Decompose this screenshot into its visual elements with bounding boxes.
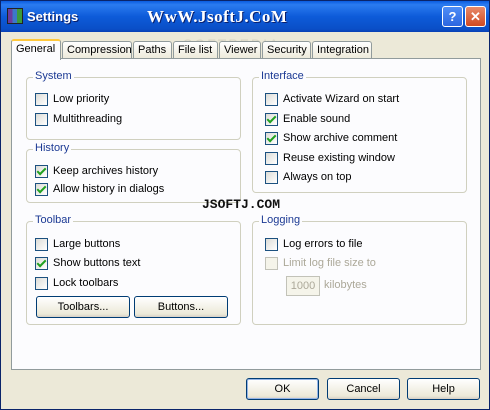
log-size-input[interactable]: 1000 [286, 276, 320, 296]
lock-toolbars-checkbox[interactable]: Lock toolbars [35, 275, 118, 291]
tab-paths[interactable]: Paths [133, 41, 172, 59]
checkbox-box [265, 237, 278, 251]
help-title-button[interactable]: ? [442, 6, 463, 27]
settings-window: Settings WwW.JsoftJ.CoM SOFTPEDIA ? ✕ Ge… [0, 0, 490, 410]
allow-history-dialogs-checkbox[interactable]: Allow history in dialogs [35, 181, 164, 197]
checkbox-label: Enable sound [283, 113, 351, 125]
log-errors-checkbox[interactable]: Log errors to file [265, 236, 362, 252]
checkbox-label: Large buttons [53, 238, 121, 250]
title-bar[interactable]: Settings WwW.JsoftJ.CoM SOFTPEDIA ? ✕ [1, 1, 489, 52]
checkbox-box [35, 237, 48, 251]
checkbox-label: Limit log file size to [283, 257, 376, 269]
enable-sound-checkbox[interactable]: Enable sound [265, 111, 350, 127]
checkbox-box [265, 112, 278, 126]
checkbox-label: Show buttons text [53, 257, 141, 269]
checkbox-box [35, 164, 48, 178]
checkbox-label: Keep archives history [53, 165, 159, 177]
checkbox-label: Show archive comment [283, 132, 398, 144]
checkbox-label: Log errors to file [283, 238, 363, 250]
activate-wizard-checkbox[interactable]: Activate Wizard on start [265, 91, 399, 107]
tab-security[interactable]: Security [262, 41, 311, 59]
tab-viewer[interactable]: Viewer [219, 41, 261, 59]
checkbox-box [265, 131, 278, 145]
checkbox-box [35, 276, 48, 290]
multithreading-checkbox[interactable]: Multithreading [35, 111, 122, 127]
center-watermark: JSOFTJ.COM [202, 197, 281, 212]
checkbox-box [265, 92, 278, 106]
window-title: Settings [27, 9, 79, 24]
tab-general[interactable]: General [11, 39, 61, 60]
help-button[interactable]: Help [407, 378, 480, 400]
logging-group: Logging Log errors to file Limit log fil… [252, 214, 467, 325]
history-group-title: History [33, 142, 72, 154]
checkbox-label: Reuse existing window [283, 152, 395, 164]
logging-group-title: Logging [259, 214, 303, 226]
log-size-unit: kilobytes [324, 279, 367, 291]
close-button[interactable]: ✕ [465, 6, 486, 27]
large-buttons-checkbox[interactable]: Large buttons [35, 236, 120, 252]
keep-archives-history-checkbox[interactable]: Keep archives history [35, 163, 158, 179]
show-archive-comment-checkbox[interactable]: Show archive comment [265, 130, 397, 146]
checkbox-box [35, 112, 48, 126]
low-priority-checkbox[interactable]: Low priority [35, 91, 109, 107]
limit-log-size-checkbox[interactable]: Limit log file size to [265, 255, 376, 271]
checkbox-box [265, 256, 278, 270]
tab-compression[interactable]: Compression [62, 41, 132, 59]
toolbar-group-title: Toolbar [33, 214, 74, 226]
cancel-button[interactable]: Cancel [327, 378, 400, 400]
general-panel: System Low priority Multithreading Histo… [11, 58, 481, 370]
always-on-top-checkbox[interactable]: Always on top [265, 169, 351, 185]
show-buttons-text-checkbox[interactable]: Show buttons text [35, 255, 140, 271]
checkbox-label: Always on top [283, 171, 352, 183]
checkbox-label: Low priority [53, 93, 110, 105]
checkbox-label: Activate Wizard on start [283, 93, 400, 105]
history-group: History Keep archives history Allow hist… [26, 142, 241, 203]
close-icon: ✕ [470, 8, 481, 24]
watermark-title: WwW.JsoftJ.CoM [147, 7, 288, 26]
toolbars-button[interactable]: Toolbars... [36, 296, 130, 318]
interface-group-title: Interface [259, 70, 306, 82]
tab-integration[interactable]: Integration [312, 41, 372, 59]
interface-group: Interface Activate Wizard on start Enabl… [252, 70, 467, 193]
winrar-app-icon [7, 8, 23, 24]
checkbox-label: Allow history in dialogs [53, 183, 165, 195]
checkbox-label: Multithreading [53, 113, 123, 125]
checkbox-box [265, 151, 278, 165]
system-group: System Low priority Multithreading [26, 70, 241, 140]
buttons-button[interactable]: Buttons... [134, 296, 228, 318]
checkbox-box [35, 92, 48, 106]
reuse-existing-window-checkbox[interactable]: Reuse existing window [265, 150, 395, 166]
question-icon: ? [448, 9, 457, 24]
checkbox-box [265, 170, 278, 184]
checkbox-box [35, 256, 48, 270]
toolbar-group: Toolbar Large buttons Show buttons text … [26, 214, 241, 325]
checkbox-box [35, 182, 48, 196]
ok-button[interactable]: OK [246, 378, 319, 400]
checkbox-label: Lock toolbars [53, 277, 119, 289]
tab-file-list[interactable]: File list [173, 41, 218, 59]
system-group-title: System [33, 70, 74, 82]
